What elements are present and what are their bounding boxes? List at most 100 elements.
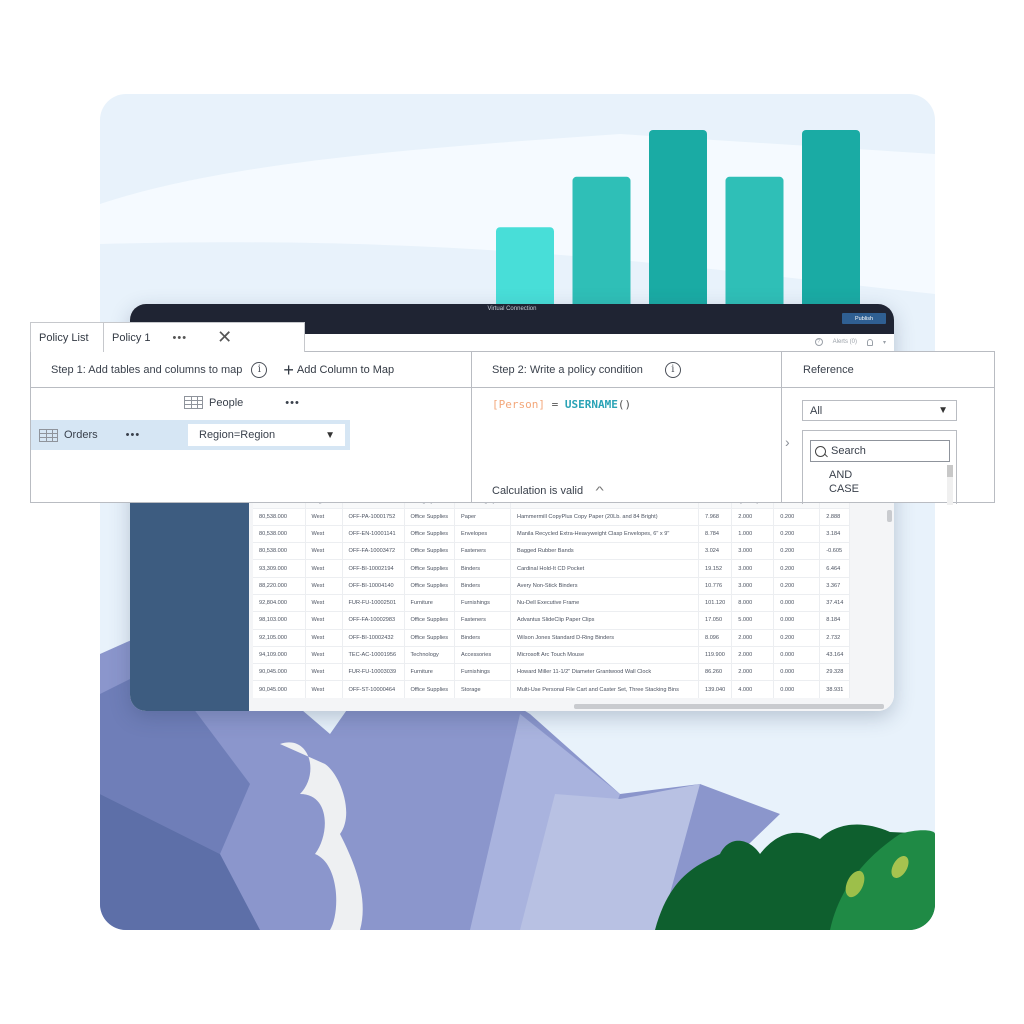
table-row[interactable]: 94,109.000 West TEC-AC-10001956 Technology A… xyxy=(253,645,851,664)
add-column-label: Add Column to Map xyxy=(296,363,395,376)
table-cell: West xyxy=(305,663,343,681)
dropdown-caret-icon: ▼ xyxy=(938,405,948,416)
table-icon xyxy=(39,428,58,442)
table-cell: 17.050 xyxy=(698,611,733,630)
table-cell: 92,804.000 xyxy=(253,593,306,612)
table-cell: West xyxy=(305,542,343,560)
dropdown-caret-icon: ▼ xyxy=(325,429,335,441)
table-cell: 0.200 xyxy=(773,524,821,543)
table-cell: 80,538.000 xyxy=(253,507,306,526)
list-scrollbar[interactable] xyxy=(947,465,953,505)
table-row[interactable]: 90,045.000 West OFF-ST-10000464 Office Supp… xyxy=(253,680,851,699)
table-cell: 86.260 xyxy=(698,663,733,681)
info-icon[interactable]: i xyxy=(664,361,681,378)
table-row[interactable]: 92,105.000 West OFF-BI-10002432 Office Supp… xyxy=(253,628,851,647)
vertical-scrollbar[interactable] xyxy=(887,510,892,522)
table-cell: 10.776 xyxy=(698,576,733,595)
table-cell: 29.328 xyxy=(819,663,851,681)
table-row[interactable]: 98,103.000 West OFF-FA-10002983 Office Supp… xyxy=(253,611,851,630)
table-cell: OFF-BI-10002432 xyxy=(342,628,405,647)
table-cell: Paper xyxy=(454,507,512,526)
table-row[interactable]: 90,045.000 West FUR-FU-10003039 Furniture Fu… xyxy=(253,663,851,681)
table-cell: Fasteners xyxy=(454,611,512,630)
close-icon[interactable]: ✕ xyxy=(217,327,232,348)
table-cell: 2.000 xyxy=(731,507,775,526)
table-cell: Binders xyxy=(454,576,512,595)
tab-policy-list[interactable]: Policy List xyxy=(30,322,104,352)
table-cell: Technology xyxy=(404,645,456,664)
search-input[interactable]: Search xyxy=(810,440,950,462)
formula-editor[interactable]: [Person] = USERNAME() xyxy=(492,398,631,411)
table-cell: 0.000 xyxy=(773,680,821,699)
people-table-item[interactable]: People ••• xyxy=(184,396,300,409)
tab-policy-1[interactable]: Policy 1 ••• ✕ xyxy=(104,322,305,352)
table-cell: OFF-PA-10001752 xyxy=(342,507,405,526)
table-row[interactable]: 80,538.000 West OFF-FA-10003472 Office Supp… xyxy=(253,542,851,560)
search-placeholder: Search xyxy=(831,445,866,457)
table-cell: Manila Recycled Extra-Heavyweight Clasp … xyxy=(510,524,700,543)
table-cell: -0.605 xyxy=(819,542,851,560)
table-cell: West xyxy=(305,507,343,526)
horizontal-scrollbar[interactable] xyxy=(574,704,884,709)
table-row[interactable]: 92,804.000 West FUR-FU-10002501 Furniture Fu… xyxy=(253,593,851,612)
table-cell: 0.200 xyxy=(773,542,821,560)
reference-item[interactable]: AND xyxy=(829,469,852,481)
table-cell: 139.040 xyxy=(698,680,733,699)
mapping-select[interactable]: Region=Region ▼ xyxy=(188,424,345,446)
table-cell: West xyxy=(305,611,343,630)
table-cell: 0.000 xyxy=(773,645,821,664)
reference-column: Reference All ▼ › Search AND CASE xyxy=(782,352,994,505)
table-cell: West xyxy=(305,576,343,595)
reference-item[interactable]: CASE xyxy=(829,483,859,495)
step2-title: Step 2: Write a policy condition xyxy=(492,363,643,376)
chevron-right-icon[interactable]: › xyxy=(785,434,790,450)
table-cell: 2.888 xyxy=(819,507,851,526)
orders-label: Orders xyxy=(64,429,98,441)
table-cell: 119.900 xyxy=(698,645,733,664)
table-cell: Nu-Dell Executive Frame xyxy=(510,593,700,612)
table-icon xyxy=(184,396,203,409)
chevron-up-icon[interactable]: ^ xyxy=(596,485,604,497)
more-options-icon[interactable]: ••• xyxy=(173,332,188,344)
people-label: People xyxy=(209,396,244,409)
mapping-value: Region=Region xyxy=(199,429,276,441)
table-cell: 0.200 xyxy=(773,628,821,647)
table-cell: 0.000 xyxy=(773,611,821,630)
table-cell: 19.152 xyxy=(698,559,733,578)
table-cell: 0.200 xyxy=(773,576,821,595)
table-cell: 93,309.000 xyxy=(253,559,306,578)
table-cell: 0.000 xyxy=(773,663,821,681)
table-cell: OFF-BI-10002194 xyxy=(342,559,405,578)
table-cell: Storage xyxy=(454,680,512,699)
reference-filter-select[interactable]: All ▼ xyxy=(802,400,957,421)
table-row[interactable]: 80,538.000 West OFF-EN-10001141 Office Supp… xyxy=(253,524,851,543)
bar-4 xyxy=(725,176,784,318)
table-cell: 1.000 xyxy=(731,524,775,543)
table-cell: Accessories xyxy=(454,645,512,664)
step2-header: Step 2: Write a policy condition i xyxy=(472,352,781,388)
info-icon[interactable]: i xyxy=(251,361,268,378)
table-cell: 3.000 xyxy=(731,576,775,595)
plus-icon: + xyxy=(283,359,294,380)
table-row[interactable]: 88,220.000 West OFF-BI-10004140 Office Supp… xyxy=(253,576,851,595)
table-cell: Furnishings xyxy=(454,593,512,612)
table-cell: 3.000 xyxy=(731,542,775,560)
step1-header: Step 1: Add tables and columns to map i … xyxy=(31,352,471,388)
table-row[interactable]: 93,309.000 West OFF-BI-10002194 Office Supp… xyxy=(253,559,851,578)
table-cell: 0.200 xyxy=(773,507,821,526)
table-cell: OFF-ST-10000464 xyxy=(342,680,405,699)
table-cell: 94,109.000 xyxy=(253,645,306,664)
reference-title: Reference xyxy=(803,363,854,376)
calculation-status: Calculation is valid ^ xyxy=(492,485,604,497)
table-row[interactable]: 80,538.000 West OFF-PA-10001752 Office Supp… xyxy=(253,507,851,526)
table-cell: Office Supplies xyxy=(404,559,456,578)
table-cell: 3.000 xyxy=(731,559,775,578)
more-options-icon[interactable]: ••• xyxy=(126,429,141,441)
more-options-icon[interactable]: ••• xyxy=(285,397,300,409)
table-cell: Office Supplies xyxy=(404,680,456,699)
table-cell: 92,105.000 xyxy=(253,628,306,647)
table-cell: Fasteners xyxy=(454,542,512,560)
add-column-button[interactable]: + Add Column to Map xyxy=(283,361,394,379)
table-cell: 3.367 xyxy=(819,576,851,595)
orders-table-item[interactable]: Orders ••• Region=Region ▼ xyxy=(31,420,350,450)
